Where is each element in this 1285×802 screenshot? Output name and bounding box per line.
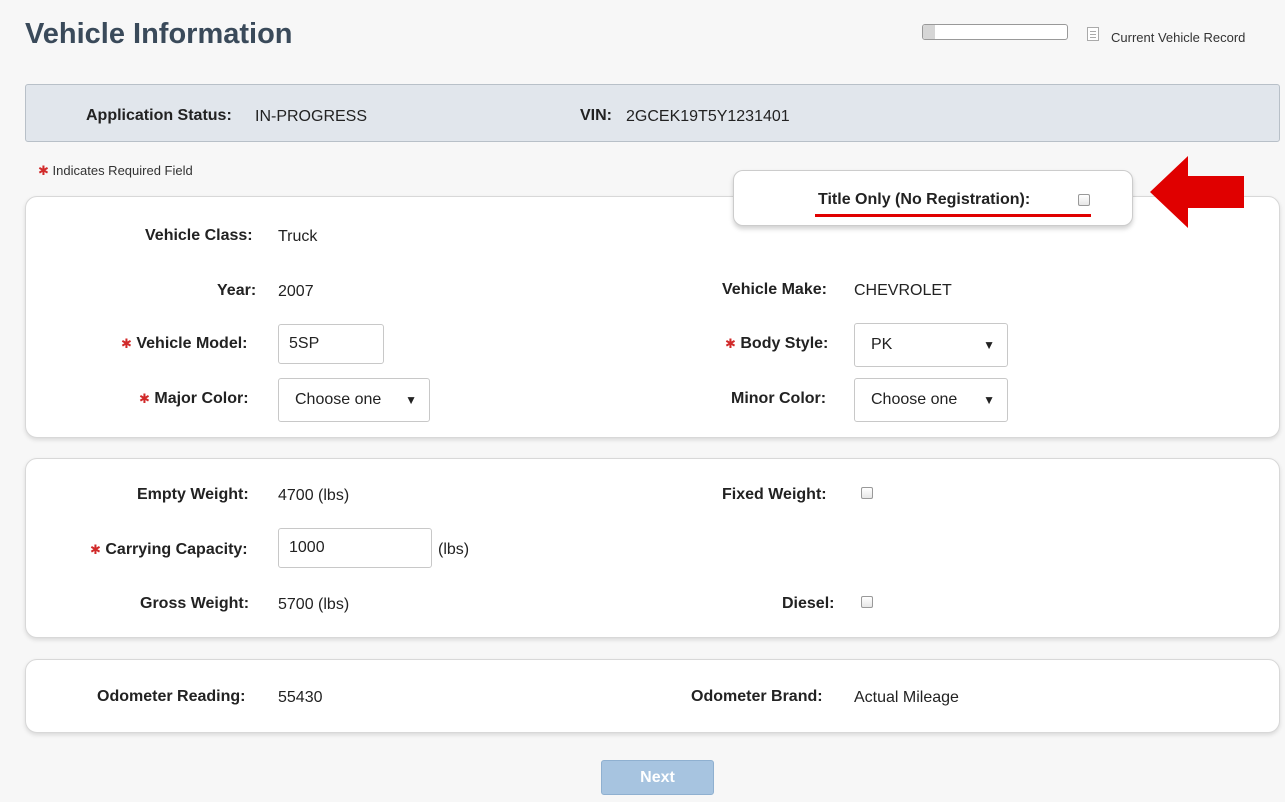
vehicle-class-label: Vehicle Class:: [145, 227, 253, 244]
vehicle-make-value: CHEVROLET: [854, 282, 952, 299]
year-value: 2007: [278, 283, 314, 300]
progress-fill: [923, 25, 935, 39]
vehicle-model-label-text: Vehicle Model:: [136, 335, 248, 352]
year-label: Year:: [217, 282, 257, 299]
document-icon[interactable]: [1087, 27, 1099, 41]
odometer-brand-label: Odometer Brand:: [691, 688, 823, 705]
body-style-value: PK: [871, 336, 893, 353]
carrying-capacity-label-text: Carrying Capacity:: [105, 541, 248, 558]
required-star-icon: ✱: [139, 391, 150, 406]
body-style-label-text: Body Style:: [740, 335, 829, 352]
odometer-reading-value: 55430: [278, 689, 323, 706]
chevron-down-icon: ▼: [983, 393, 995, 407]
application-status-label: Application Status:: [86, 107, 232, 124]
required-star-icon: ✱: [90, 542, 101, 557]
chevron-down-icon: ▼: [983, 338, 995, 352]
vehicle-model-input[interactable]: 5SP: [278, 324, 384, 364]
diesel-label: Diesel:: [782, 595, 835, 612]
title-only-label: Title Only (No Registration):: [818, 191, 1031, 208]
vehicle-class-value: Truck: [278, 228, 318, 245]
vehicle-make-label: Vehicle Make:: [722, 281, 827, 298]
major-color-label-text: Major Color:: [154, 390, 249, 407]
carrying-capacity-label: ✱ Carrying Capacity:: [90, 541, 248, 559]
diesel-checkbox[interactable]: [861, 596, 873, 608]
required-star-icon: ✱: [121, 336, 132, 351]
minor-color-value: Choose one: [871, 391, 958, 408]
carrying-capacity-input[interactable]: 1000: [278, 528, 432, 568]
vehicle-model-label: ✱ Vehicle Model:: [121, 335, 248, 353]
major-color-select[interactable]: Choose one ▼: [278, 378, 430, 422]
vin-label: VIN:: [580, 107, 612, 124]
odometer-brand-value: Actual Mileage: [854, 689, 959, 706]
page-title: Vehicle Information: [25, 18, 293, 50]
current-vehicle-record-link[interactable]: Current Vehicle Record: [1111, 30, 1245, 45]
fixed-weight-label: Fixed Weight:: [722, 486, 827, 503]
red-arrow-icon: [1150, 156, 1244, 228]
major-color-value: Choose one: [295, 391, 382, 408]
carrying-capacity-unit: (lbs): [438, 541, 470, 558]
odometer-reading-label: Odometer Reading:: [97, 688, 246, 705]
required-field-note-text: Indicates Required Field: [52, 163, 193, 178]
required-field-note: ✱ Indicates Required Field: [38, 163, 193, 179]
body-style-select[interactable]: PK ▼: [854, 323, 1008, 367]
required-star-icon: ✱: [38, 163, 49, 178]
minor-color-select[interactable]: Choose one ▼: [854, 378, 1008, 422]
empty-weight-value: 4700 (lbs): [278, 487, 350, 504]
required-star-icon: ✱: [725, 336, 736, 351]
annotation-underline: [815, 214, 1091, 217]
major-color-label: ✱ Major Color:: [139, 390, 249, 408]
gross-weight-label: Gross Weight:: [140, 595, 250, 612]
minor-color-label: Minor Color:: [731, 390, 827, 407]
application-status-value: IN-PROGRESS: [255, 108, 368, 125]
body-style-label: ✱ Body Style:: [725, 335, 828, 353]
progress-bar: [922, 24, 1068, 40]
title-only-checkbox[interactable]: [1078, 194, 1090, 206]
fixed-weight-checkbox[interactable]: [861, 487, 873, 499]
empty-weight-label: Empty Weight:: [137, 486, 249, 503]
chevron-down-icon: ▼: [405, 393, 417, 407]
vin-value: 2GCEK19T5Y1231401: [626, 108, 790, 125]
gross-weight-value: 5700 (lbs): [278, 596, 350, 613]
next-button[interactable]: Next: [601, 760, 714, 795]
